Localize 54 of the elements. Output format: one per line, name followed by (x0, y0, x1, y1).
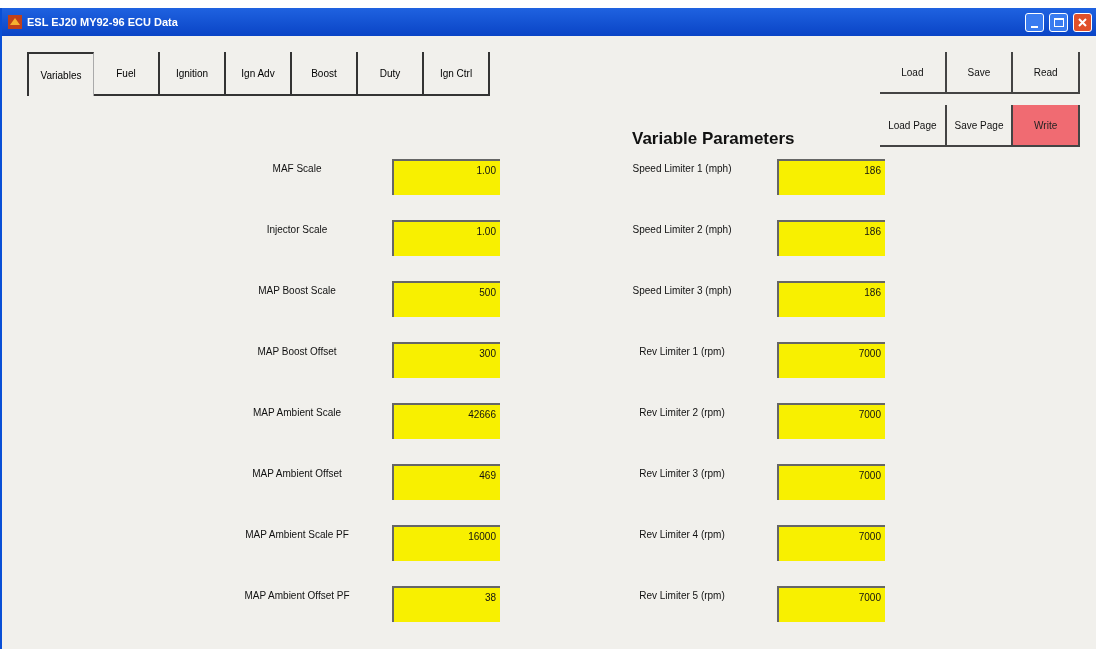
field-label: MAP Ambient Scale (251, 406, 343, 420)
action-button[interactable]: Save (946, 52, 1014, 94)
field-label: Speed Limiter 2 (mph) (631, 223, 733, 237)
close-icon (1078, 17, 1087, 27)
action-button[interactable]: Save Page (946, 105, 1014, 147)
tab[interactable]: Duty (358, 52, 424, 96)
input-field[interactable]: 500 (392, 281, 500, 317)
input-field[interactable]: 300 (392, 342, 500, 378)
field-label: MAP Ambient Scale PF (244, 528, 350, 542)
input-field[interactable]: 7000 (777, 342, 885, 378)
input-field[interactable]: 186 (777, 281, 885, 317)
app-icon (8, 15, 22, 29)
tab[interactable]: Boost (292, 52, 358, 96)
tab[interactable]: Fuel (94, 52, 160, 96)
input-field[interactable]: 1.00 (392, 220, 500, 256)
action-button[interactable]: Read (1013, 52, 1080, 94)
minimize-button[interactable] (1025, 12, 1044, 32)
field-label: Rev Limiter 2 (rpm) (638, 406, 726, 420)
minimize-icon (1031, 25, 1038, 28)
maximize-button[interactable] (1049, 12, 1068, 32)
tab[interactable]: Ignition (160, 52, 226, 96)
input-field[interactable]: 42666 (392, 403, 500, 439)
field-label: MAF Scale (271, 162, 323, 176)
input-field[interactable]: 7000 (777, 464, 885, 500)
page-heading: Variable Parameters (632, 128, 795, 150)
input-field[interactable]: 7000 (777, 525, 885, 561)
action-button[interactable]: Load (880, 52, 947, 94)
input-field[interactable]: 1.00 (392, 159, 500, 195)
field-label: Rev Limiter 3 (rpm) (638, 467, 726, 481)
field-label: Rev Limiter 4 (rpm) (638, 528, 726, 542)
field-label: MAP Ambient Offset PF (243, 589, 351, 603)
input-field[interactable]: 469 (392, 464, 500, 500)
field-label: Rev Limiter 1 (rpm) (638, 345, 726, 359)
close-button[interactable] (1073, 12, 1092, 32)
input-field[interactable]: 7000 (777, 586, 885, 622)
field-label: Injector Scale (265, 223, 329, 237)
window-title: ESL EJ20 MY92-96 ECU Data (27, 14, 178, 30)
field-label: MAP Boost Scale (257, 284, 337, 298)
field-label: Speed Limiter 3 (mph) (631, 284, 733, 298)
field-label: Speed Limiter 1 (mph) (631, 162, 733, 176)
input-field[interactable]: 16000 (392, 525, 500, 561)
maximize-icon (1053, 17, 1064, 27)
action-button[interactable]: Write (1013, 105, 1080, 147)
input-field[interactable]: 186 (777, 220, 885, 256)
action-button[interactable]: Load Page (880, 105, 947, 147)
input-field[interactable]: 7000 (777, 403, 885, 439)
tab[interactable]: Ign Adv (226, 52, 292, 96)
input-field[interactable]: 186 (777, 159, 885, 195)
tab[interactable]: Ign Ctrl (424, 52, 490, 96)
field-label: Rev Limiter 5 (rpm) (638, 589, 726, 603)
tab[interactable]: Variables (27, 52, 94, 96)
field-label: MAP Ambient Offset (251, 467, 343, 481)
field-label: MAP Boost Offset (256, 345, 338, 359)
input-field[interactable]: 38 (392, 586, 500, 622)
